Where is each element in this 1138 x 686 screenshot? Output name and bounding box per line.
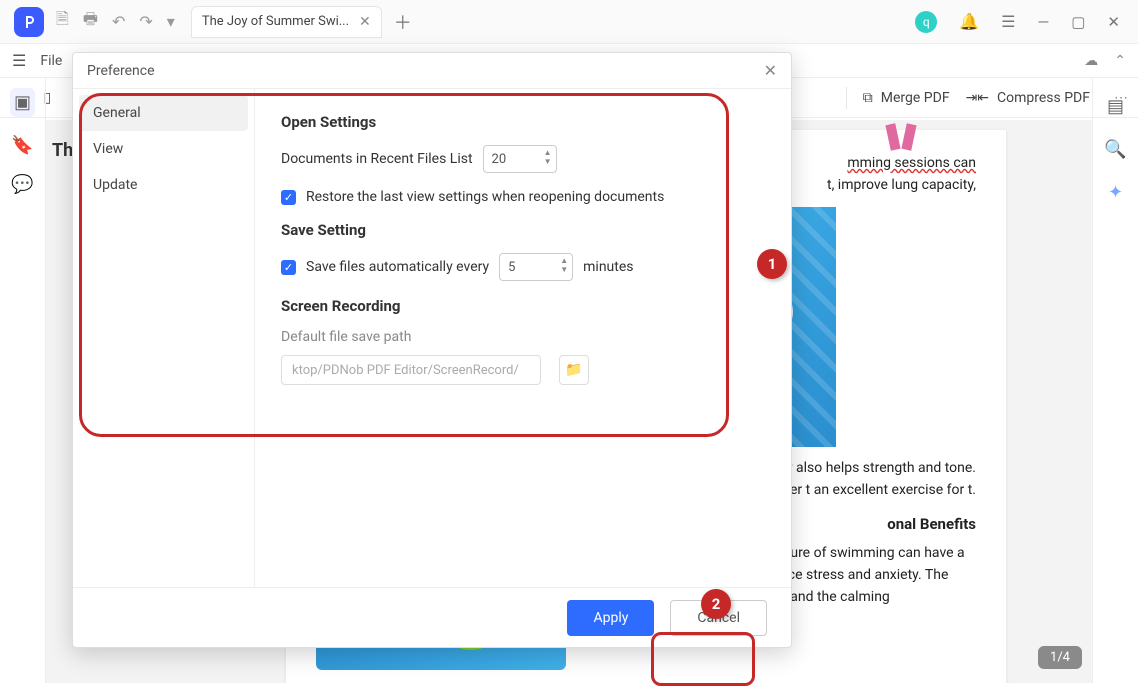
compress-pdf-button[interactable]: ⇥⇤ Compress PDF bbox=[966, 90, 1090, 106]
page-title-fragment: Th bbox=[52, 140, 73, 161]
compress-icon: ⇥⇤ bbox=[966, 90, 989, 106]
recent-files-stepper[interactable]: 20 ▲▼ bbox=[483, 145, 557, 173]
chevron-down-icon[interactable]: ▼ bbox=[544, 157, 552, 166]
bookmark-icon[interactable]: 🔖 bbox=[11, 135, 33, 156]
document-tab[interactable]: The Joy of Summer Swi... ✕ bbox=[191, 6, 382, 38]
save-setting-heading: Save Setting bbox=[281, 221, 765, 239]
avatar[interactable]: q bbox=[915, 11, 937, 33]
merge-icon: ⧉ bbox=[863, 90, 873, 106]
bell-icon[interactable]: 🔔 bbox=[959, 12, 979, 31]
preference-dialog: Preference ✕ General View Update Open Se… bbox=[72, 52, 792, 648]
restore-view-checkbox[interactable]: ✓ bbox=[281, 190, 296, 205]
new-tab-button[interactable]: ＋ bbox=[394, 9, 412, 35]
nav-update[interactable]: Update bbox=[79, 167, 248, 203]
browse-folder-button[interactable]: 📁 bbox=[559, 355, 589, 385]
dialog-nav: General View Update bbox=[73, 89, 255, 587]
default-path-label: Default file save path bbox=[281, 329, 765, 345]
ai-icon[interactable]: ✦ bbox=[1108, 182, 1123, 203]
folder-icon: 📁 bbox=[565, 362, 582, 378]
tab-title: The Joy of Summer Swi... bbox=[202, 14, 349, 29]
save-icon[interactable]: 🗎 bbox=[56, 8, 69, 35]
menu-icon[interactable]: ☰ bbox=[1001, 12, 1015, 31]
autosave-value: 5 bbox=[508, 260, 515, 275]
page-counter[interactable]: 1/4 bbox=[1038, 646, 1082, 669]
merge-label: Merge PDF bbox=[881, 90, 950, 106]
compress-label: Compress PDF bbox=[997, 90, 1090, 106]
save-path-input[interactable]: ktop/PDNob PDF Editor/ScreenRecord/ bbox=[281, 355, 541, 385]
apply-button[interactable]: Apply bbox=[567, 600, 654, 636]
annotation-marker-1: 1 bbox=[757, 249, 787, 279]
print-icon[interactable]: 🖶 bbox=[83, 8, 98, 35]
file-menu[interactable]: File bbox=[40, 53, 62, 69]
comment-icon[interactable]: 💬 bbox=[11, 174, 33, 195]
autosave-checkbox[interactable]: ✓ bbox=[281, 260, 296, 275]
properties-icon[interactable]: ▤ bbox=[1107, 96, 1124, 117]
titlebar: 🗎 🖶 ↶ ↷ ▾ The Joy of Summer Swi... ✕ ＋ q… bbox=[0, 0, 1138, 44]
right-rail: ▤ 🔍 ✦ bbox=[1092, 78, 1138, 683]
save-path-value: ktop/PDNob PDF Editor/ScreenRecord/ bbox=[292, 363, 519, 378]
dialog-footer: Apply Cancel bbox=[73, 587, 791, 647]
minimize-icon[interactable]: — bbox=[1038, 13, 1050, 31]
titlebar-right: q 🔔 ☰ — ▢ ✕ bbox=[915, 11, 1138, 33]
merge-pdf-button[interactable]: ⧉ Merge PDF bbox=[863, 90, 950, 106]
dialog-title: Preference bbox=[87, 63, 155, 79]
menubar-right: ☁ ⌃ bbox=[1084, 53, 1126, 69]
dialog-body: General View Update Open Settings Docume… bbox=[73, 89, 791, 587]
undo-icon[interactable]: ↶ bbox=[112, 12, 125, 31]
dropdown-icon[interactable]: ▾ bbox=[167, 12, 175, 31]
cloud-icon[interactable]: ☁ bbox=[1084, 53, 1098, 69]
nav-view[interactable]: View bbox=[79, 131, 248, 167]
dialog-header: Preference ✕ bbox=[73, 53, 791, 89]
hamburger-icon[interactable]: ☰ bbox=[12, 51, 26, 70]
open-settings-heading: Open Settings bbox=[281, 113, 765, 131]
left-rail: ▣ 🔖 💬 bbox=[0, 78, 46, 683]
separator bbox=[846, 87, 847, 109]
app-logo bbox=[14, 7, 44, 37]
dialog-content: Open Settings Documents in Recent Files … bbox=[255, 89, 791, 587]
chevron-up-icon[interactable]: ▲ bbox=[544, 148, 552, 157]
restore-view-label: Restore the last view settings when reop… bbox=[306, 189, 664, 205]
doc-text: t, improve lung capacity, bbox=[827, 177, 976, 193]
quick-toolbar: 🗎 🖶 ↶ ↷ ▾ bbox=[56, 8, 175, 35]
avatar-letter: q bbox=[923, 15, 930, 29]
chevron-down-icon[interactable]: ▼ bbox=[560, 265, 568, 274]
thumbnails-icon[interactable]: ▣ bbox=[10, 88, 35, 117]
annotation-marker-2: 2 bbox=[701, 589, 731, 619]
redo-icon[interactable]: ↷ bbox=[139, 12, 152, 31]
autosave-unit: minutes bbox=[583, 259, 633, 275]
chevron-up-icon[interactable]: ▲ bbox=[560, 256, 568, 265]
maximize-icon[interactable]: ▢ bbox=[1071, 13, 1085, 31]
recent-files-value: 20 bbox=[492, 152, 507, 167]
search-icon[interactable]: 🔍 bbox=[1104, 139, 1126, 160]
recent-files-label: Documents in Recent Files List bbox=[281, 151, 473, 167]
autosave-label: Save files automatically every bbox=[306, 259, 489, 275]
close-window-icon[interactable]: ✕ bbox=[1107, 13, 1120, 31]
autosave-stepper[interactable]: 5 ▲▼ bbox=[499, 253, 573, 281]
close-tab-icon[interactable]: ✕ bbox=[359, 14, 371, 30]
screen-recording-heading: Screen Recording bbox=[281, 297, 765, 315]
ribbon-decoration bbox=[886, 124, 916, 158]
nav-general[interactable]: General bbox=[79, 95, 248, 131]
dialog-close-icon[interactable]: ✕ bbox=[764, 61, 777, 80]
collapse-icon[interactable]: ⌃ bbox=[1114, 53, 1126, 69]
